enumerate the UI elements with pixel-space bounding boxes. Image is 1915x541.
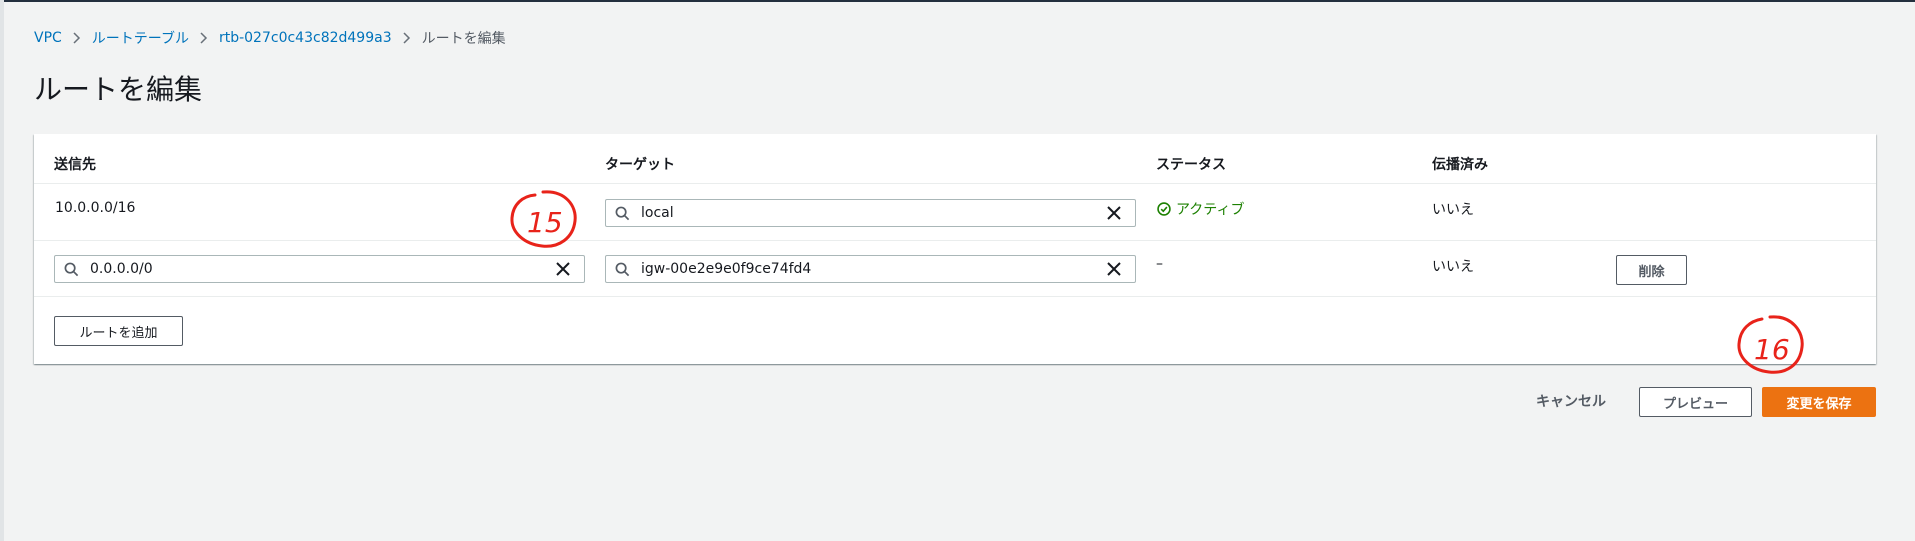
- status-text: アクティブ: [1176, 202, 1245, 218]
- breadcrumb-current: ルートを編集: [421, 31, 506, 47]
- search-icon: [615, 206, 633, 221]
- add-route-button[interactable]: ルートを追加: [54, 316, 183, 346]
- preview-button[interactable]: プレビュー: [1639, 387, 1752, 417]
- target-value: igw-00e2e9e0f9ce74fd4: [641, 261, 812, 277]
- top-border: [0, 0, 1915, 2]
- annotation-15: 15: [510, 190, 577, 248]
- annotation-15-label: 15: [527, 206, 563, 239]
- status-text: –: [1156, 256, 1163, 272]
- header-divider: [34, 183, 1876, 184]
- destination-value: 0.0.0.0/0: [90, 261, 153, 277]
- annotation-16-label: 16: [1754, 333, 1790, 366]
- propagated-text: いいえ: [1432, 259, 1474, 275]
- routes-panel: 送信先 ターゲット ステータス 伝播済み 10.0.0.0/16 local ア…: [34, 134, 1876, 364]
- breadcrumb-route-tables[interactable]: ルートテーブル: [92, 28, 189, 48]
- row-divider: [34, 296, 1876, 297]
- header-destination: 送信先: [54, 157, 96, 173]
- row-divider: [34, 240, 1876, 241]
- status-success-icon: [1157, 202, 1171, 216]
- annotation-16: 16: [1737, 315, 1804, 374]
- status-badge: アクティブ: [1157, 199, 1244, 219]
- destination-text: 10.0.0.0/16: [55, 200, 136, 216]
- left-edge: [0, 0, 4, 541]
- save-changes-button[interactable]: 変更を保存: [1762, 387, 1876, 417]
- header-status: ステータス: [1156, 157, 1226, 173]
- breadcrumb-route-table-id[interactable]: rtb-027c0c43c82d499a3: [219, 30, 392, 46]
- cancel-button[interactable]: キャンセル: [1536, 391, 1606, 411]
- close-icon[interactable]: [1107, 262, 1127, 276]
- close-icon[interactable]: [1107, 206, 1127, 220]
- header-propagated: 伝播済み: [1432, 157, 1488, 173]
- propagated-text: いいえ: [1432, 202, 1474, 218]
- breadcrumb: VPC ルートテーブル rtb-027c0c43c82d499a3 ルートを編集: [34, 28, 506, 48]
- search-icon: [64, 262, 82, 277]
- remove-route-button[interactable]: 削除: [1616, 255, 1687, 285]
- chevron-right-icon: [62, 32, 92, 44]
- destination-input[interactable]: 0.0.0.0/0: [54, 255, 585, 283]
- page-title: ルートを編集: [34, 73, 203, 106]
- header-target: ターゲット: [605, 157, 675, 173]
- search-icon: [615, 262, 633, 277]
- close-icon[interactable]: [556, 262, 576, 276]
- chevron-right-icon: [392, 32, 422, 44]
- target-value: local: [641, 205, 674, 221]
- target-input[interactable]: local: [605, 199, 1136, 227]
- target-input[interactable]: igw-00e2e9e0f9ce74fd4: [605, 255, 1136, 283]
- chevron-right-icon: [189, 32, 219, 44]
- breadcrumb-vpc[interactable]: VPC: [34, 30, 62, 46]
